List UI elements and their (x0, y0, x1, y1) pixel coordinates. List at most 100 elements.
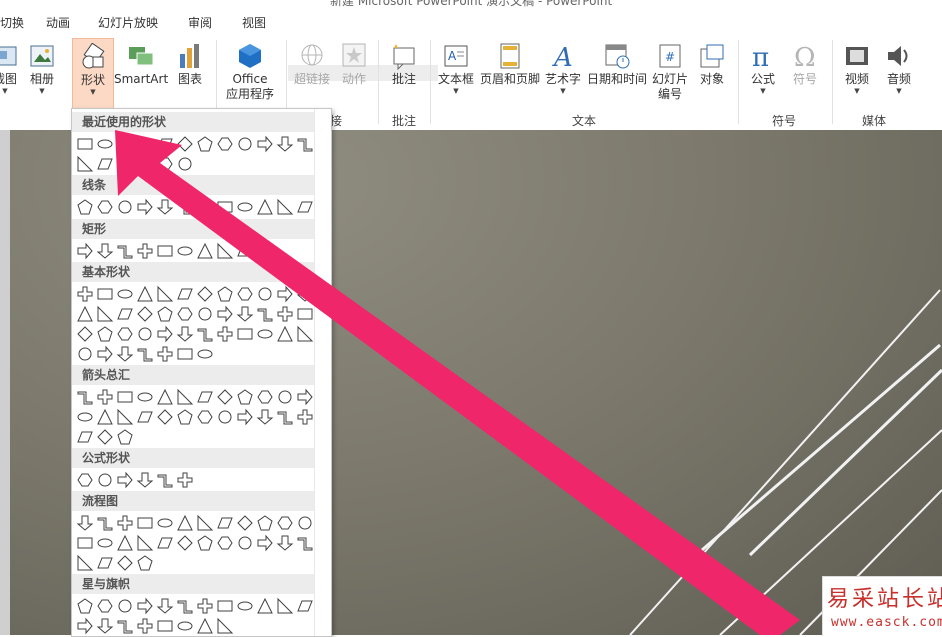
shape-option-tri[interactable] (257, 597, 273, 614)
shape-option-rtri[interactable] (117, 408, 134, 425)
shape-option-pent[interactable] (177, 409, 193, 425)
shape-option-diamond[interactable] (197, 286, 213, 302)
shape-option-arrowR[interactable] (137, 597, 153, 615)
shape-option-arrowD[interactable] (136, 472, 154, 488)
shape-option-plus[interactable] (137, 618, 153, 634)
shape-option-hex[interactable] (157, 157, 173, 171)
shape-option-hex[interactable] (277, 516, 293, 530)
tab-animations[interactable]: 动画 (46, 14, 70, 31)
shape-option-rect[interactable] (177, 348, 193, 360)
hyperlink-button[interactable]: 超链接 (292, 38, 332, 110)
shape-option-elbow[interactable] (137, 348, 153, 362)
office-apps-button[interactable]: Office 应用程序 (220, 38, 280, 110)
line-shape-icons[interactable] (76, 198, 316, 216)
shape-option-diamond[interactable] (97, 429, 113, 445)
shape-option-elbow[interactable] (77, 391, 93, 405)
shape-option-arrowD[interactable] (276, 136, 294, 152)
shape-option-circle[interactable] (238, 536, 252, 550)
symbol-button[interactable]: Ω 符号 (786, 38, 824, 110)
shape-option-diamond[interactable] (177, 535, 193, 551)
shape-option-pent[interactable] (257, 515, 273, 531)
shape-option-arrowR[interactable] (157, 325, 173, 343)
shape-option-plus[interactable] (177, 472, 193, 488)
shape-option-circle[interactable] (118, 200, 132, 214)
basic-shape-icons[interactable] (76, 305, 316, 323)
shape-option-para[interactable] (177, 288, 193, 300)
shape-option-ellipse[interactable] (237, 601, 253, 611)
shape-option-diamond[interactable] (77, 326, 93, 342)
shape-option-circle[interactable] (298, 516, 312, 530)
shape-option-plus[interactable] (77, 286, 93, 302)
shape-option-circle[interactable] (238, 137, 252, 151)
shape-option-ellipse[interactable] (137, 392, 153, 402)
shape-option-hex[interactable] (217, 536, 233, 550)
shape-option-rtri[interactable] (97, 305, 114, 322)
shape-option-hex[interactable] (237, 287, 253, 301)
shape-option-elbow[interactable] (117, 245, 133, 259)
shape-option-tri[interactable] (177, 514, 193, 531)
equation-shape-icons[interactable] (76, 471, 316, 489)
shape-option-para[interactable] (217, 517, 233, 529)
recently-used-shape-icons[interactable] (76, 135, 316, 153)
shape-option-arrowD[interactable] (296, 286, 314, 302)
shape-option-elbow[interactable] (117, 620, 133, 634)
shape-option-ellipse[interactable] (77, 412, 93, 422)
shape-option-circle[interactable] (98, 473, 112, 487)
shape-option-rect[interactable] (97, 288, 113, 300)
shape-option-rtri[interactable] (77, 155, 94, 172)
shape-option-rect[interactable] (137, 517, 153, 529)
smartart-button[interactable]: SmartArt (114, 38, 168, 110)
shape-option-rect[interactable] (77, 537, 93, 549)
shape-option-circle[interactable] (278, 390, 292, 404)
shape-option-pent[interactable] (97, 326, 113, 342)
shape-option-elbow[interactable] (297, 537, 313, 551)
shape-option-arrowR[interactable] (77, 617, 93, 635)
shape-option-rect[interactable] (217, 600, 233, 612)
shape-option-rect[interactable] (237, 328, 253, 340)
shape-option-tri[interactable] (117, 534, 133, 551)
shape-option-arrowD[interactable] (96, 243, 114, 259)
shape-option-elbow[interactable] (277, 411, 293, 425)
shape-option-tri[interactable] (197, 617, 213, 634)
shape-option-para[interactable] (97, 557, 113, 569)
shape-option-arrowD[interactable] (96, 618, 114, 634)
shape-option-plus[interactable] (297, 409, 313, 425)
shape-option-rect[interactable] (77, 138, 93, 150)
shape-option-elbow[interactable] (97, 517, 113, 531)
shape-option-hex[interactable] (77, 473, 93, 487)
equation-button[interactable]: π 公式 ▼ (744, 38, 782, 110)
shape-option-para[interactable] (157, 537, 173, 549)
shape-option-hex[interactable] (257, 390, 273, 404)
shape-option-diamond[interactable] (137, 306, 153, 322)
shapes-gallery-dropdown[interactable]: 最近使用的形状 线条 矩形 基本形状 箭头总汇 公式形状 流程图 星与旗帜 (71, 108, 332, 637)
shape-option-rtri[interactable] (217, 617, 234, 634)
shape-option-arrowR[interactable] (297, 388, 313, 406)
shape-option-rect[interactable] (157, 245, 173, 257)
shape-option-ellipse[interactable] (157, 518, 173, 528)
shape-option-tri[interactable] (257, 198, 273, 215)
shape-option-circle[interactable] (118, 599, 132, 613)
shape-option-elbow[interactable] (197, 328, 213, 342)
shape-option-ellipse[interactable] (117, 289, 133, 299)
shape-option-elbow[interactable] (157, 474, 173, 488)
flowchart-shape-icons[interactable] (76, 554, 316, 572)
shape-option-arrowD[interactable] (176, 326, 194, 342)
block-arrow-icons[interactable] (76, 428, 316, 446)
shape-option-arrowD[interactable] (256, 409, 274, 425)
shape-option-pent[interactable] (197, 136, 213, 152)
block-arrow-icons[interactable] (76, 388, 316, 406)
wordart-button[interactable]: A 艺术字 ▼ (544, 38, 582, 110)
shape-option-pent[interactable] (197, 535, 213, 551)
block-arrow-icons[interactable] (76, 408, 316, 426)
shape-option-para[interactable] (117, 308, 133, 320)
tab-slideshow[interactable]: 幻灯片放映 (98, 14, 158, 31)
shape-option-rtri[interactable] (297, 325, 314, 342)
shape-option-plus[interactable] (157, 346, 173, 362)
video-button[interactable]: 视频 ▼ (838, 38, 876, 110)
shape-option-rtri[interactable] (177, 388, 194, 405)
tab-view[interactable]: 视图 (242, 14, 266, 31)
shape-option-pent[interactable] (137, 555, 153, 571)
shape-option-elbow[interactable] (297, 138, 313, 152)
shape-option-para[interactable] (77, 431, 93, 443)
shape-option-elbow[interactable] (177, 201, 193, 215)
